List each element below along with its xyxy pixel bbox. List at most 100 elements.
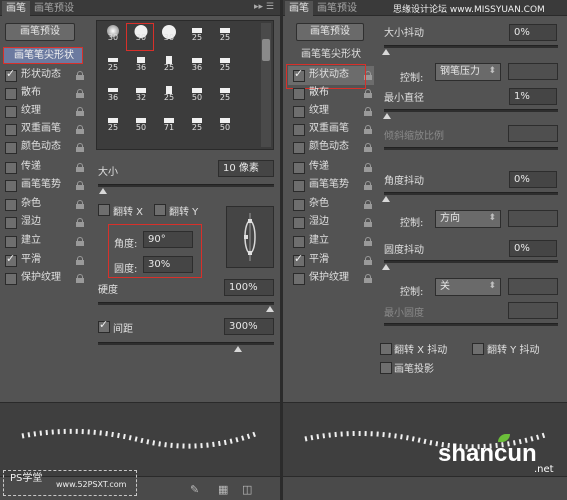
lock-icon[interactable] — [364, 274, 372, 283]
dual-brush-checkbox[interactable] — [5, 124, 17, 136]
brush-pose-checkbox[interactable] — [293, 180, 305, 192]
control-value-field-1[interactable] — [508, 63, 558, 80]
angle-jitter-field[interactable]: 0% — [509, 171, 557, 188]
protect-texture-checkbox[interactable] — [293, 273, 305, 285]
sidebar-item-dual-brush[interactable]: 双重画笔 — [309, 120, 349, 138]
sidebar-item-shape-dynamics[interactable]: 形状动态 — [21, 66, 61, 84]
brush-tip[interactable]: 30 — [158, 24, 180, 42]
spacing-slider[interactable] — [98, 342, 274, 345]
spacing-slider-thumb[interactable] — [234, 346, 242, 352]
size-field[interactable]: 10 像素 — [218, 160, 274, 177]
control-dropdown-2[interactable]: 方向 — [435, 210, 501, 228]
brush-tip[interactable]: 50 — [214, 114, 236, 132]
texture-checkbox[interactable] — [5, 106, 17, 118]
lock-icon[interactable] — [76, 143, 84, 152]
brush-pose-checkbox[interactable] — [5, 180, 17, 192]
min-diameter-field[interactable]: 1% — [509, 88, 557, 105]
sidebar-item-wet-edges[interactable]: 湿边 — [309, 213, 329, 231]
flip-y-checkbox[interactable] — [154, 204, 166, 216]
sidebar-item-transfer[interactable]: 传递 — [309, 158, 329, 176]
spacing-checkbox[interactable] — [98, 318, 110, 333]
color-dynamics-checkbox[interactable] — [293, 142, 305, 154]
sidebar-item-texture[interactable]: 纹理 — [309, 102, 329, 120]
brush-presets-button[interactable]: 画笔预设 — [5, 23, 75, 41]
dual-brush-checkbox[interactable] — [293, 124, 305, 136]
scatter-checkbox[interactable] — [5, 88, 17, 100]
sidebar-item-transfer[interactable]: 传递 — [21, 158, 41, 176]
brush-tip[interactable]: 36 — [186, 54, 208, 72]
transfer-checkbox[interactable] — [5, 162, 17, 174]
lock-icon[interactable] — [76, 125, 84, 134]
control-dropdown-3[interactable]: 关 — [435, 278, 501, 296]
brush-tip[interactable]: 71 — [158, 114, 180, 132]
lock-icon[interactable] — [364, 89, 372, 98]
build-up-checkbox[interactable] — [5, 236, 17, 248]
color-dynamics-checkbox[interactable] — [5, 142, 17, 154]
new-preset-icon[interactable]: ◫ — [242, 483, 252, 496]
sidebar-item-protect-texture[interactable]: 保护纹理 — [21, 269, 61, 287]
flip-x-checkbox[interactable] — [98, 204, 110, 216]
lock-icon[interactable] — [76, 256, 84, 265]
brush-tip-shape-item[interactable]: 画笔笔尖形状 — [291, 47, 373, 63]
brush-projection-checkbox[interactable] — [380, 362, 392, 374]
wet-edges-checkbox[interactable] — [293, 217, 305, 229]
brush-tip[interactable]: 50 — [130, 114, 152, 132]
sidebar-item-smoothing[interactable]: 平滑 — [21, 251, 41, 269]
lock-icon[interactable] — [76, 89, 84, 98]
roundness-jitter-slider-thumb[interactable] — [382, 264, 390, 270]
sidebar-item-color-dynamics[interactable]: 颜色动态 — [309, 138, 349, 156]
lock-icon[interactable] — [364, 163, 372, 172]
lock-icon[interactable] — [364, 125, 372, 134]
tab-brush-presets[interactable]: 画笔预设 — [313, 1, 361, 16]
lock-icon[interactable] — [364, 200, 372, 209]
brush-tip[interactable]: 25 — [102, 114, 124, 132]
angle-jitter-slider-thumb[interactable] — [382, 196, 390, 202]
sidebar-item-smoothing[interactable]: 平滑 — [309, 251, 329, 269]
brush-tip[interactable]: 50 — [186, 84, 208, 102]
sidebar-item-texture[interactable]: 纹理 — [21, 102, 41, 120]
panel-menu-icon[interactable]: ▸▸ ☰ — [254, 2, 274, 12]
brush-tip[interactable]: 25 — [186, 24, 208, 42]
sidebar-item-scatter[interactable]: 散布 — [309, 84, 329, 102]
tab-brush[interactable]: 画笔 — [285, 1, 313, 16]
min-diameter-slider-thumb[interactable] — [383, 113, 391, 119]
brush-tip[interactable]: 25 — [214, 24, 236, 42]
angle-jitter-slider[interactable] — [384, 192, 558, 195]
brush-tip-shape-item[interactable]: 画笔笔尖形状 — [3, 47, 83, 64]
sidebar-item-build-up[interactable]: 建立 — [309, 232, 329, 250]
hardness-slider-thumb[interactable] — [266, 306, 274, 312]
brush-tip[interactable]: 25 — [214, 84, 236, 102]
control-dropdown-1[interactable]: 钢笔压力 — [435, 63, 501, 81]
noise-checkbox[interactable] — [5, 199, 17, 211]
sidebar-item-wet-edges[interactable]: 湿边 — [21, 213, 41, 231]
tab-brush[interactable]: 画笔 — [2, 1, 30, 16]
flip-x-jitter-checkbox[interactable] — [380, 343, 392, 355]
flip-y-jitter-checkbox[interactable] — [472, 343, 484, 355]
lock-icon[interactable] — [76, 274, 84, 283]
lock-icon[interactable] — [76, 107, 84, 116]
scatter-checkbox[interactable] — [293, 88, 305, 100]
sidebar-item-dual-brush[interactable]: 双重画笔 — [21, 120, 61, 138]
transfer-checkbox[interactable] — [293, 162, 305, 174]
lock-icon[interactable] — [364, 143, 372, 152]
size-jitter-slider-thumb[interactable] — [382, 49, 390, 55]
brush-tip[interactable]: 32 — [130, 84, 152, 102]
shape-dynamics-checkbox[interactable] — [5, 67, 17, 82]
roundness-jitter-slider[interactable] — [384, 260, 558, 263]
size-jitter-slider[interactable] — [384, 45, 558, 48]
brush-tip[interactable]: 25 — [214, 54, 236, 72]
wet-edges-checkbox[interactable] — [5, 217, 17, 229]
sidebar-item-brush-pose[interactable]: 画笔笔势 — [309, 176, 349, 194]
brush-grid-scrollbar[interactable] — [261, 23, 271, 147]
sidebar-item-noise[interactable]: 杂色 — [21, 195, 41, 213]
sidebar-item-color-dynamics[interactable]: 颜色动态 — [21, 138, 61, 156]
lock-icon[interactable] — [364, 256, 372, 265]
scrollbar-thumb[interactable] — [262, 39, 270, 61]
brush-tip[interactable]: 25 — [158, 84, 180, 102]
tab-brush-presets[interactable]: 画笔预设 — [30, 1, 78, 16]
min-roundness-field[interactable] — [508, 302, 558, 319]
brush-tip[interactable]: 25 — [186, 114, 208, 132]
size-slider[interactable] — [98, 184, 274, 187]
hardness-slider[interactable] — [98, 302, 274, 305]
size-jitter-field[interactable]: 0% — [509, 24, 557, 41]
